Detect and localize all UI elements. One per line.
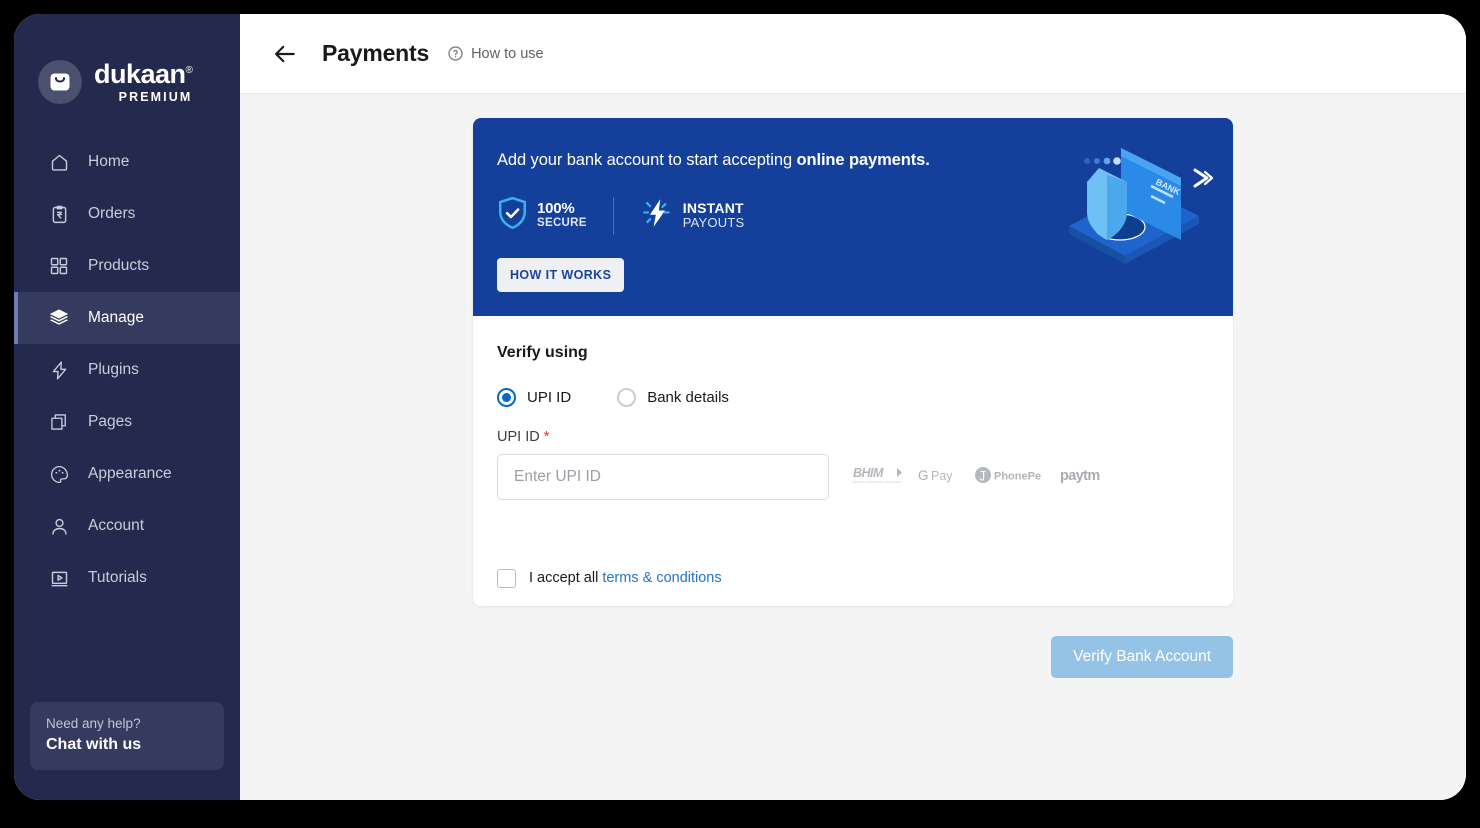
upi-field-row: BHIM BHARAT INTERFACE FOR MONEY G Pay: [497, 454, 1209, 500]
help-card-title: Need any help?: [46, 716, 141, 731]
page-title: Payments: [322, 40, 430, 66]
sidebar-item-products[interactable]: Products: [14, 240, 240, 292]
arrow-left-icon[interactable]: [270, 39, 300, 69]
svg-text:Pay: Pay: [931, 469, 953, 483]
badge-secure: 100% SECURE: [497, 196, 587, 235]
radio-dot-bank[interactable]: [617, 388, 637, 407]
svg-text:BHIM: BHIM: [853, 466, 884, 480]
sidebar-item-label: Plugins: [88, 361, 139, 378]
promo-banner: Add your bank account to start accepting…: [473, 118, 1233, 316]
sidebar-item-pages[interactable]: Pages: [14, 396, 240, 448]
page-content: Add your bank account to start accepting…: [240, 94, 1466, 800]
how-it-works-button[interactable]: HOW IT WORKS: [497, 258, 625, 292]
sidebar-item-label: Account: [88, 517, 145, 534]
sidebar-item-appearance[interactable]: Appearance: [14, 448, 240, 500]
lightning-bolt-icon: [640, 196, 674, 235]
brand-name: dukaan: [94, 58, 186, 89]
copy-icon: [48, 411, 70, 433]
sidebar-item-label: Orders: [88, 205, 136, 222]
radio-bank-details[interactable]: Bank details: [617, 388, 729, 407]
layers-icon: [48, 307, 70, 329]
upi-id-input[interactable]: [497, 454, 829, 500]
sidebar-item-orders[interactable]: Orders: [14, 188, 240, 240]
bhim-logo: BHIM BHARAT INTERFACE FOR MONEY: [853, 465, 905, 490]
radio-upi-id[interactable]: UPI ID: [497, 388, 571, 407]
upi-field-label-text: UPI ID: [497, 429, 540, 445]
radio-label-bank: Bank details: [647, 389, 729, 406]
banner-headline-plain: Add your bank account to start accepting: [497, 151, 797, 169]
verify-section-title: Verify using: [497, 344, 588, 361]
badge-divider: [612, 196, 614, 235]
svg-text:PhonePe: PhonePe: [994, 470, 1041, 482]
radio-label-upi: UPI ID: [527, 389, 572, 406]
badge-secure-line2: SECURE: [537, 217, 587, 230]
help-card[interactable]: Need any help? Chat with us: [30, 702, 224, 770]
brand-logo[interactable]: dukaan® PREMIUM: [14, 14, 240, 120]
shield-check-icon: [497, 196, 528, 235]
terms-and-conditions-link[interactable]: terms & conditions: [602, 570, 721, 586]
sidebar-item-account[interactable]: Account: [14, 500, 240, 552]
accept-terms-prefix: I accept all: [529, 570, 603, 586]
phonepe-logo: PhonePe: [975, 466, 1047, 489]
badge-secure-line1: 100%: [537, 200, 575, 218]
required-asterisk: *: [543, 429, 550, 445]
brand-subtitle: PREMIUM: [118, 89, 193, 104]
home-icon: [48, 151, 70, 173]
sidebar-item-label: Products: [88, 257, 150, 274]
sidebar-item-tutorials[interactable]: Tutorials: [14, 552, 240, 604]
brand-registered-mark: ®: [185, 64, 193, 76]
phone-card-shield-illustration: BANK: [1047, 130, 1227, 308]
accept-terms-text: I accept all terms & conditions: [529, 570, 722, 586]
grid-icon: [48, 255, 70, 277]
radio-dot-upi[interactable]: [497, 388, 516, 407]
svg-text:G: G: [918, 468, 929, 483]
sidebar-nav: Home Orders Products Manage Plugins Page…: [14, 136, 240, 604]
how-to-use-label: How to use: [471, 45, 544, 62]
page-header: Payments How to use: [240, 14, 1466, 94]
card-footer: Verify Bank Account: [473, 636, 1233, 678]
bolt-icon: [48, 359, 70, 381]
sidebar-item-label: Manage: [88, 309, 145, 326]
badge-instant-line2: PAYOUTS: [682, 215, 745, 231]
clipboard-rupee-icon: [48, 203, 70, 225]
palette-icon: [48, 463, 70, 485]
sidebar-item-manage[interactable]: Manage: [14, 292, 240, 344]
accept-terms-checkbox[interactable]: [497, 568, 516, 588]
badge-instant-line1: INSTANT: [682, 199, 744, 216]
brand-text: dukaan® PREMIUM: [94, 58, 193, 104]
sidebar-item-label: Appearance: [88, 465, 172, 482]
sidebar-item-label: Home: [88, 153, 130, 170]
sidebar-item-plugins[interactable]: Plugins: [14, 344, 240, 396]
user-icon: [48, 515, 70, 537]
main-area: Payments How to use Add your bank accoun…: [240, 14, 1466, 800]
help-card-action[interactable]: Chat with us: [46, 736, 224, 754]
badge-secure-text: 100% SECURE: [537, 201, 587, 230]
svg-text:BHARAT INTERFACE FOR MONEY: BHARAT INTERFACE FOR MONEY: [853, 480, 902, 484]
app-window: dukaan® PREMIUM Home Orders Products Man…: [14, 14, 1466, 800]
badge-instant-text: INSTANT PAYOUTS: [682, 199, 745, 231]
svg-text:paytm: paytm: [1060, 468, 1100, 484]
sidebar: dukaan® PREMIUM Home Orders Products Man…: [14, 14, 240, 800]
banner-headline-bold: online payments.: [796, 151, 930, 169]
sidebar-item-label: Tutorials: [88, 569, 147, 586]
video-player-icon: [48, 567, 70, 589]
shopping-bag-icon: [38, 60, 82, 104]
paytm-logo: paytm: [1060, 466, 1108, 489]
payments-card: Add your bank account to start accepting…: [473, 118, 1233, 606]
badge-instant-payouts: INSTANT PAYOUTS: [640, 196, 745, 235]
upi-field-label: UPI ID *: [497, 429, 1209, 445]
verify-method-radio-group: UPI ID Bank details: [497, 388, 1209, 407]
sidebar-item-home[interactable]: Home: [14, 136, 240, 188]
question-circle-icon: [447, 45, 464, 62]
verify-form: Verify using UPI ID Bank details UPI ID: [473, 316, 1233, 526]
verify-bank-account-button[interactable]: Verify Bank Account: [1051, 636, 1233, 678]
how-to-use-link[interactable]: How to use: [447, 45, 544, 62]
sidebar-item-label: Pages: [88, 413, 132, 430]
gpay-logo: G Pay: [918, 466, 962, 489]
payment-logos: BHIM BHARAT INTERFACE FOR MONEY G Pay Ph…: [853, 465, 1108, 490]
terms-row: I accept all terms & conditions: [473, 550, 1233, 606]
